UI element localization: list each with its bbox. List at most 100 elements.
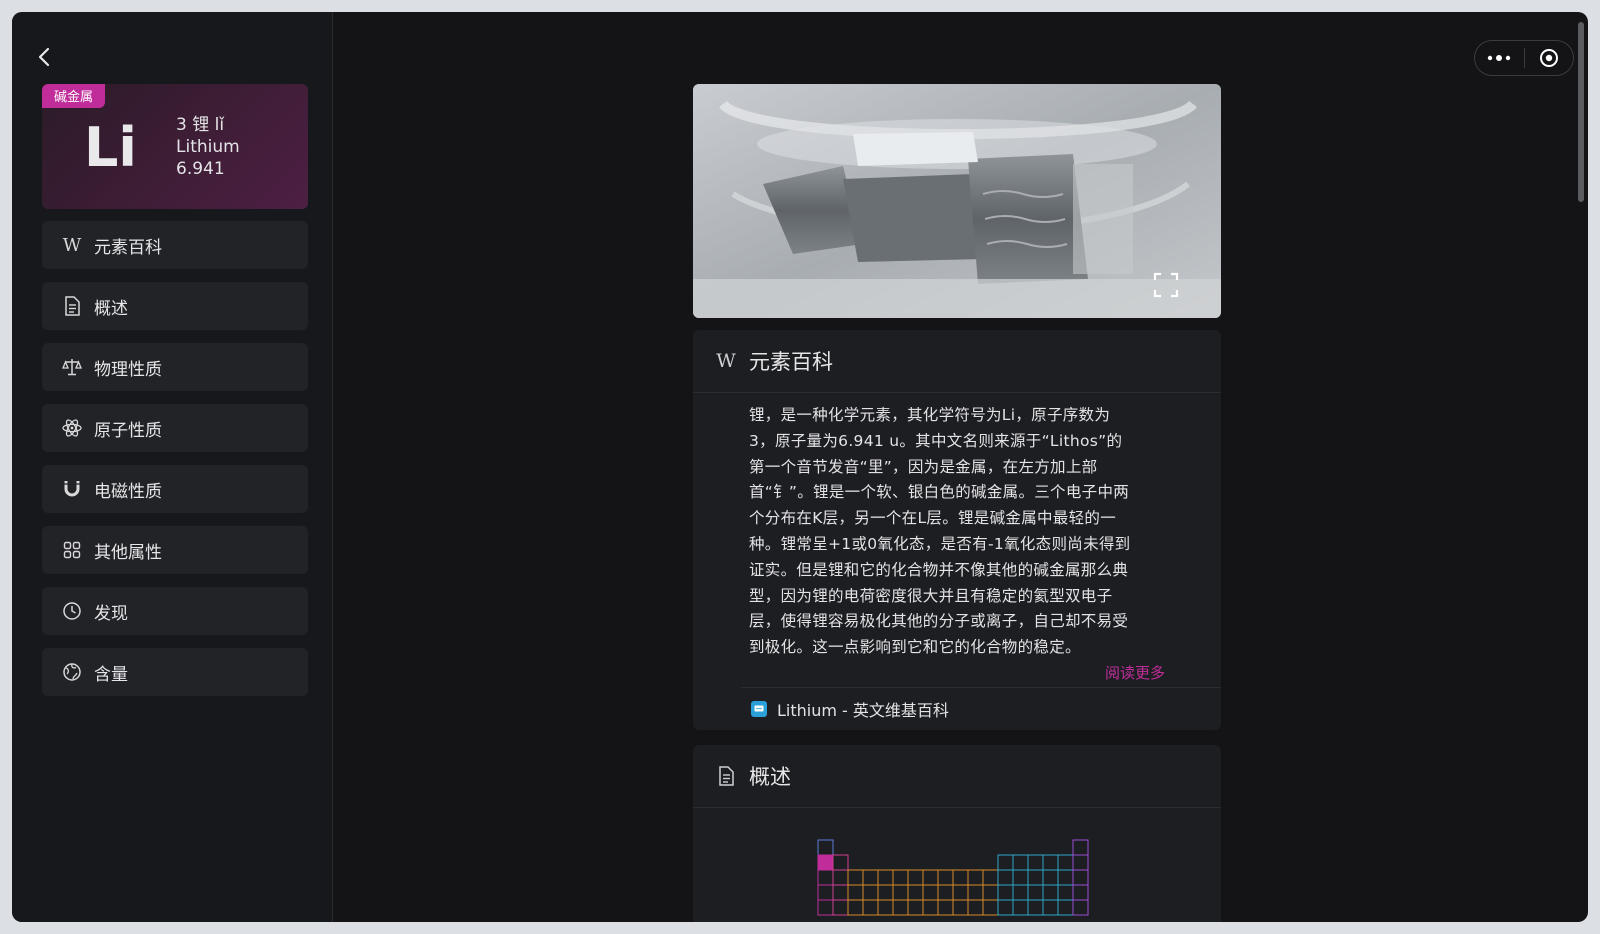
wikipedia-icon: W [716,350,736,372]
element-card: 碱金属 Li 3 锂 lǐ Lithium 6.941 [42,84,308,209]
sidebar-item-abundance[interactable]: 含量 [42,648,308,696]
periodic-cell [817,839,834,856]
document-icon [62,296,82,316]
wiki-line: 种。锂常呈+1或0氧化态，是否有-1氧化态则尚未得到 [749,534,1131,553]
periodic-cell [952,899,969,916]
wiki-card: W 元素百科 锂，是一种化学元素，其化学符号为Li，原子序数为 3，原子量为6.… [693,330,1221,730]
periodic-cell [1012,884,1029,901]
app-window: 碱金属 Li 3 锂 lǐ Lithium 6.941 W 元素百科 概述 物理… [12,12,1588,922]
more-button[interactable] [1475,41,1524,75]
element-symbol: Li [84,116,137,179]
sidebar-item-atomic[interactable]: 原子性质 [42,404,308,452]
sidebar-item-label: 原子性质 [94,420,162,441]
source-link-label: Lithium - 英文维基百科 [777,700,949,720]
periodic-cell [832,884,849,901]
periodic-cell [907,899,924,916]
sidebar-item-overview[interactable]: 概述 [42,282,308,330]
scrollbar-thumb[interactable] [1578,22,1584,202]
periodic-cell [892,884,909,901]
clock-icon [62,601,82,621]
sidebar-item-wiki[interactable]: W 元素百科 [42,221,308,269]
wiki-line: 个分布在K层，另一个在L层。锂是碱金属中最轻的一 [749,509,1117,528]
periodic-cell [817,899,834,916]
fullscreen-button[interactable] [1153,272,1179,298]
periodic-cell [1057,884,1074,901]
sidebar-item-label: 元素百科 [94,237,162,258]
atom-icon [62,418,82,438]
periodic-cell [832,899,849,916]
periodic-cell [1042,899,1059,916]
periodic-cell [817,884,834,901]
source-link[interactable]: Lithium - 英文维基百科 [741,686,1221,730]
sidebar-item-label: 发现 [94,603,128,624]
periodic-cell [922,899,939,916]
periodic-cell [817,869,834,886]
periodic-cell [1057,869,1074,886]
periodic-cell [1072,899,1089,916]
periodic-cell [1057,854,1074,871]
wiki-line: 层，使得锂容易极化其他的分子或离子，自己却不易受 [749,612,1129,631]
periodic-cell [982,884,999,901]
wiki-card-header: W 元素百科 [693,330,1221,393]
periodic-cell [1027,869,1044,886]
periodic-cell [1072,869,1089,886]
wiki-line: 首“钅”。锂是一个软、银白色的碱金属。三个电子中两 [749,483,1130,502]
periodic-cell [892,899,909,916]
element-number-name: 3 锂 lǐ [176,115,225,135]
wiki-line: 第一个音节发音“里”，因为是金属，在左方加上部 [749,457,1098,476]
periodic-cell [1027,899,1044,916]
more-dots-icon [1488,55,1511,61]
periodic-cell [862,884,879,901]
chevron-left-icon [38,47,50,67]
periodic-cell [1072,854,1089,871]
periodic-cell [1027,884,1044,901]
periodic-cell [847,884,864,901]
read-more-link[interactable]: 阅读更多 [693,661,1221,687]
lithium-photo-illustration [693,84,1221,318]
periodic-cell [1012,899,1029,916]
sidebar-item-physical[interactable]: 物理性质 [42,343,308,391]
periodic-cell [937,899,954,916]
periodic-cell [892,869,909,886]
periodic-cell [847,899,864,916]
periodic-cell [1042,854,1059,871]
periodic-cell [1012,854,1029,871]
wiki-line: 到极化。这一点影响到它和它的化合物的稳定。 [749,638,1081,657]
close-target-button[interactable] [1524,41,1573,75]
grid-icon [62,540,82,560]
periodic-cell [937,884,954,901]
periodic-table-thumbnail [817,839,1089,916]
periodic-cell [832,854,849,871]
element-info: 3 锂 lǐ Lithium 6.941 [176,114,240,180]
overview-card-title: 概述 [749,765,791,789]
element-photo [693,84,1221,318]
overview-card-header: 概述 [693,745,1221,808]
periodic-cell [907,884,924,901]
periodic-cell [997,869,1014,886]
back-button[interactable] [34,44,56,70]
periodic-cell [877,869,894,886]
periodic-cell [1012,869,1029,886]
capsule-menu [1474,40,1574,76]
sidebar-item-other[interactable]: 其他属性 [42,526,308,574]
periodic-cell [832,869,849,886]
periodic-cell [967,899,984,916]
periodic-cell [922,884,939,901]
periodic-cell [1057,899,1074,916]
globe-icon [62,662,82,682]
sidebar-item-label: 物理性质 [94,359,162,380]
wiki-card-title: 元素百科 [749,350,833,374]
periodic-cell [922,869,939,886]
scale-icon [62,357,82,377]
overview-card: 概述 [693,745,1221,922]
sidebar-item-electromagnetic[interactable]: 电磁性质 [42,465,308,513]
periodic-cell [952,869,969,886]
periodic-cell [1027,854,1044,871]
magnet-icon [62,479,82,499]
periodic-cell [907,869,924,886]
wiki-line: 锂，是一种化学元素，其化学符号为Li，原子序数为 [749,406,1111,424]
periodic-cell [817,854,834,871]
wiki-line: 证实。但是锂和它的化合物并不像其他的碱金属那么典 [749,560,1129,579]
sidebar-item-discovery[interactable]: 发现 [42,587,308,635]
wiki-text: 锂，是一种化学元素，其化学符号为Li，原子序数为 3，原子量为6.941 u。其… [693,393,1221,661]
